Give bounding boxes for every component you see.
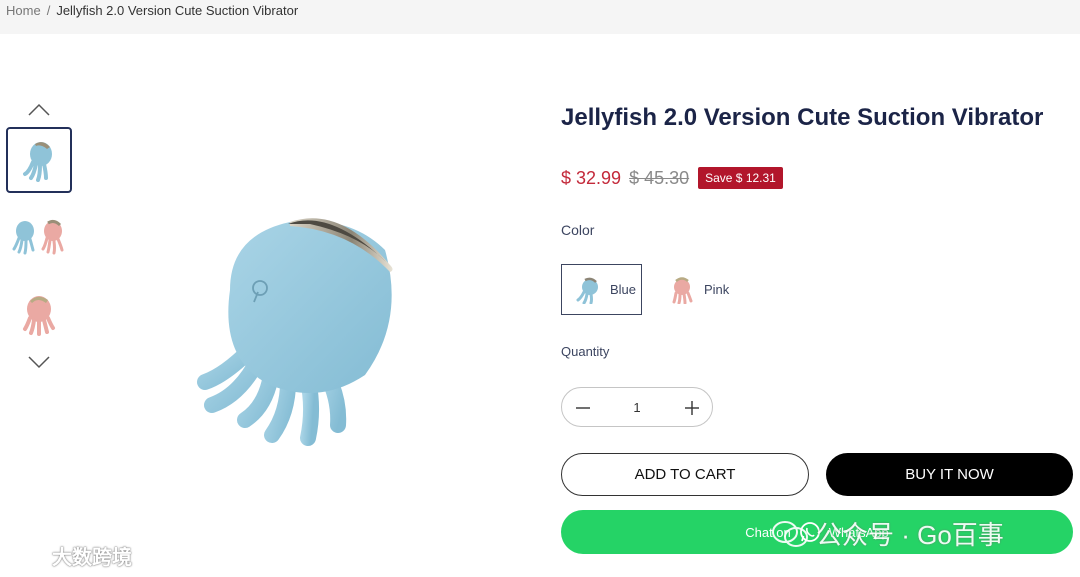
color-swatch-pink-label: Pink <box>704 282 730 297</box>
color-swatch-pink[interactable]: Pink <box>666 264 746 315</box>
save-badge: Save $ 12.31 <box>698 167 783 189</box>
color-label: Color <box>561 222 595 238</box>
sale-price: $ 32.99 <box>561 167 622 188</box>
thumbnail-blue-and-pink-jellyfish[interactable] <box>6 204 72 270</box>
blue-pink-jellyfish-thumb-image <box>12 219 64 255</box>
price-row: $ 32.99 $ 45.30 Save $ 12.31 <box>561 167 783 189</box>
watermark-left-text: 大数跨境 <box>52 547 132 569</box>
breadcrumb-current: Jellyfish 2.0 Version Cute Suction Vibra… <box>56 3 299 18</box>
watermark-right: 公众号 · Go百事 <box>770 515 1004 552</box>
quantity-stepper: 1 <box>561 387 713 427</box>
quantity-label: Quantity <box>561 344 610 359</box>
chevron-up-icon[interactable] <box>26 100 52 120</box>
thumbnail-blue-jellyfish[interactable] <box>6 127 72 193</box>
blue-jellyfish-thumb-image <box>23 142 52 182</box>
color-swatch-blue[interactable]: Blue <box>561 264 642 315</box>
breadcrumb-home-link[interactable]: Home <box>6 3 41 18</box>
color-swatch-blue-label: Blue <box>610 282 637 297</box>
pink-swatch-image <box>672 276 693 304</box>
thumbnail-pink-jellyfish[interactable] <box>6 281 72 347</box>
minus-icon[interactable] <box>574 399 592 417</box>
wechat-icon <box>772 520 808 547</box>
compare-at-price: $ 45.30 <box>629 167 690 188</box>
quantity-input[interactable]: 1 <box>612 400 662 415</box>
breadcrumb-bar: Home / Jellyfish 2.0 Version Cute Suction … <box>0 0 1080 34</box>
watermark-right-text: 公众号 · Go百事 <box>816 520 1004 550</box>
product-title: Jellyfish 2.0 Version Cute Suction Vibra… <box>561 104 1044 131</box>
add-to-cart-button[interactable]: ADD TO CART <box>561 453 809 496</box>
blue-swatch-image <box>576 277 598 304</box>
pink-jellyfish-thumb-image <box>23 296 55 336</box>
product-main-image <box>197 218 393 446</box>
watermark-left: 大数跨境 <box>8 541 132 570</box>
watermark-logo-icon <box>10 545 47 565</box>
breadcrumb-separator: / <box>46 3 51 18</box>
chevron-down-icon[interactable] <box>26 352 52 372</box>
breadcrumb: Home / Jellyfish 2.0 Version Cute Suction … <box>6 3 298 18</box>
plus-icon[interactable] <box>683 399 701 417</box>
buy-it-now-button[interactable]: BUY IT NOW <box>826 453 1073 496</box>
